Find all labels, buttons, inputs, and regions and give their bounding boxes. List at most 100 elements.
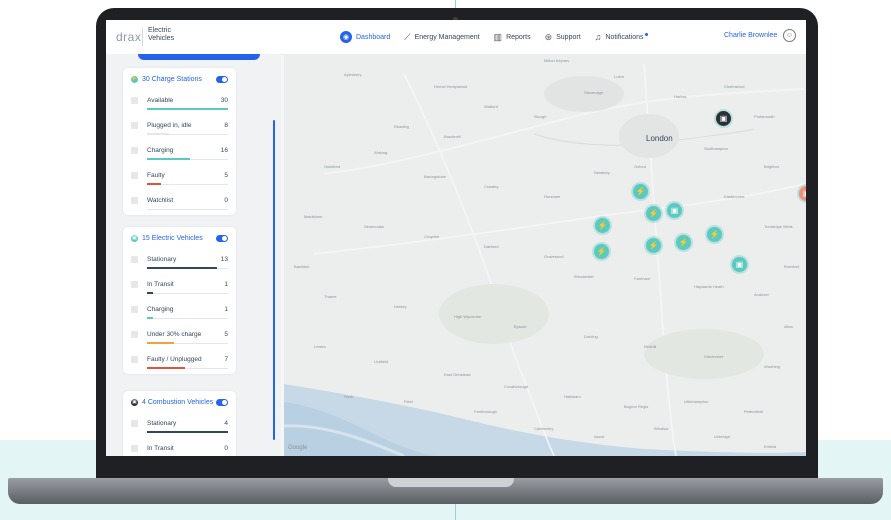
user-avatar-icon[interactable]: ☺	[783, 29, 796, 42]
progress-track	[147, 209, 228, 210]
charge-station-marker[interactable]: ⚡	[707, 227, 722, 242]
map-place-label: Croydon	[424, 234, 440, 239]
map-place-label: Henley	[394, 304, 407, 309]
checkbox[interactable]	[131, 197, 138, 204]
checkbox[interactable]	[131, 147, 138, 154]
progress-fill	[147, 183, 161, 185]
electric-vehicle-marker[interactable]: ▣	[667, 203, 682, 218]
electric-vehicles-toggle[interactable]	[216, 234, 228, 242]
progress-fill	[147, 317, 153, 319]
map-place-label: Crowborough	[504, 384, 529, 389]
charge-station-row[interactable]: Faulty 5	[123, 165, 236, 190]
combustion-vehicle-row[interactable]: Stationary 4	[123, 413, 236, 438]
charge-stations-card: ⚡ 30 Charge Stations Available 30 Plugged …	[123, 68, 236, 215]
checkbox[interactable]	[131, 172, 138, 179]
checkbox[interactable]	[131, 420, 138, 427]
map-place-label: Basildon	[294, 264, 310, 269]
electric-vehicles-header[interactable]: ▣ 15 Electric Vehicles	[123, 227, 236, 249]
charge-stations-header[interactable]: ⚡ 30 Charge Stations	[123, 68, 236, 90]
logo-divider	[142, 28, 143, 46]
charge-station-row[interactable]: Plugged in, idle 8	[123, 115, 236, 140]
combustion-vehicles-toggle[interactable]	[216, 398, 228, 406]
map-place-label: Enfield	[764, 444, 777, 449]
map-place-label: Farnham	[634, 276, 651, 281]
logo-subtitle-line2: Vehicles	[148, 35, 175, 42]
checkbox[interactable]	[131, 445, 138, 452]
charge-station-marker[interactable]: ⚡	[676, 235, 691, 250]
map-place-label: Farnborough	[474, 409, 497, 414]
progress-fill	[147, 367, 186, 369]
nav-support[interactable]: ⊛ Support	[545, 32, 581, 43]
map-place-label: Chelmsford	[724, 84, 745, 89]
electric-vehicles-rows: Stationary 13 In Transit 1 Charging 1 Under 30…	[123, 249, 236, 374]
nav-reports-label: Reports	[506, 33, 531, 41]
nav-dashboard-label: Dashboard	[356, 33, 391, 41]
electric-vehicle-row-label: Faulty / Unplugged	[147, 356, 202, 363]
bar-chart-icon: ▥	[493, 31, 503, 42]
app-screen: drax Electric Vehicles ◉ Dashboard ⟋ Ene…	[106, 20, 806, 456]
charge-station-marker[interactable]: ⚡	[646, 238, 661, 253]
checkbox[interactable]	[131, 256, 138, 263]
top-navbar: drax Electric Vehicles ◉ Dashboard ⟋ Ene…	[106, 20, 806, 55]
combustion-vehicle-row-value: 0	[224, 445, 228, 452]
map-place-label: Harlow	[674, 94, 687, 99]
nav-energy-management[interactable]: ⟋ Energy Management	[404, 32, 479, 43]
charge-station-row[interactable]: Charging 16	[123, 140, 236, 165]
charge-station-row[interactable]: Watchlist 0	[123, 190, 236, 215]
progress-fill	[147, 267, 218, 269]
map-place-label: Thame	[324, 294, 337, 299]
electric-vehicle-row[interactable]: Charging 1	[123, 299, 236, 324]
checkbox[interactable]	[131, 331, 138, 338]
electric-vehicle-row[interactable]: Faulty / Unplugged 7	[123, 349, 236, 374]
checkbox[interactable]	[131, 97, 138, 104]
electric-vehicle-row[interactable]: Under 30% charge 5	[123, 324, 236, 349]
map-place-label: Brighton	[764, 164, 779, 169]
charge-station-marker[interactable]: ⚡	[646, 206, 661, 221]
charge-stations-toggle[interactable]	[216, 75, 228, 83]
map-place-label: Camberley	[534, 426, 554, 431]
sidebar-scrollbar[interactable]	[273, 120, 275, 440]
checkbox[interactable]	[131, 281, 138, 288]
map-place-label: Alton	[784, 324, 794, 329]
nav-notifications[interactable]: ♫ Notifications	[595, 32, 648, 42]
map-place-label: Haywards Heath	[694, 284, 724, 289]
combustion-vehicle-row-label: Stationary	[147, 420, 177, 427]
electric-vehicle-row[interactable]: In Transit 1	[123, 274, 236, 299]
checkbox[interactable]	[131, 306, 138, 313]
nav-notifications-label: Notifications	[605, 33, 644, 41]
electric-vehicle-marker[interactable]: ▣	[732, 257, 747, 272]
bell-icon: ♫	[594, 32, 602, 42]
user-name[interactable]: Charlie Brownlee	[724, 32, 777, 39]
drax-logo[interactable]: drax	[116, 30, 141, 44]
progress-track	[147, 318, 228, 319]
combustion-vehicles-header[interactable]: ▣ 4 Combustion Vehicles	[123, 391, 236, 413]
map-place-label: Hook	[344, 394, 354, 399]
map-place-label: Dartford	[484, 244, 499, 249]
nav-dashboard[interactable]: ◉ Dashboard	[340, 31, 390, 43]
checkbox[interactable]	[131, 356, 138, 363]
nav-reports[interactable]: ▥ Reports	[494, 32, 531, 43]
progress-fill	[147, 431, 228, 433]
electric-vehicle-row[interactable]: Stationary 13	[123, 249, 236, 274]
checkbox[interactable]	[131, 122, 138, 129]
electric-vehicle-row-label: Stationary	[147, 256, 177, 263]
sidebar: ⚡ 30 Charge Stations Available 30 Plugged …	[106, 54, 281, 456]
map-place-label: Horsham	[544, 194, 561, 199]
map-place-label: Fleet	[404, 399, 413, 404]
charge-stations-title: 30 Charge Stations	[142, 75, 202, 83]
charge-station-marker[interactable]: ⚡	[594, 244, 609, 259]
map-place-label: Milton Keynes	[544, 58, 570, 63]
combustion-vehicle-row[interactable]: In Transit 0	[123, 438, 236, 456]
map-place-label: Uxbridge	[714, 434, 731, 439]
charge-station-row-value: 0	[224, 197, 228, 204]
map-place-label: Basingstoke	[424, 174, 446, 179]
background-line	[455, 0, 456, 8]
charge-station-icon: ⚡	[131, 75, 138, 83]
combustion-vehicle-marker[interactable]: ▣	[716, 111, 731, 126]
map-view[interactable]: Milton Keynes Luton Stevenage Harlow Chelmsf…	[284, 54, 806, 456]
charge-station-marker[interactable]: ⚡	[633, 184, 648, 199]
sidebar-top-button[interactable]	[138, 54, 260, 60]
map-place-label: Chichester	[704, 354, 724, 359]
charge-station-marker[interactable]: ⚡	[595, 218, 610, 233]
charge-station-row[interactable]: Available 30	[123, 90, 236, 115]
